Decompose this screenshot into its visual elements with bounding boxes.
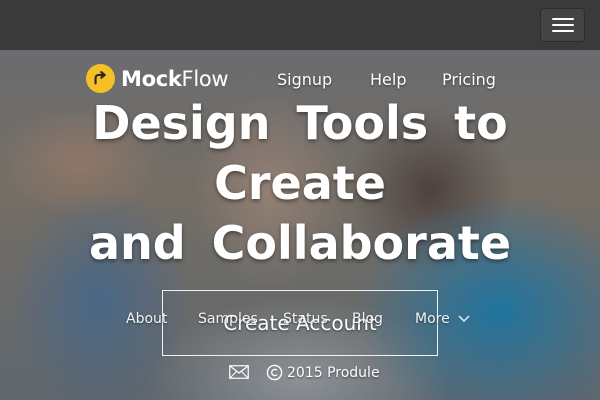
copyright-text: 2015 Produle <box>287 364 380 381</box>
footer-about-link[interactable]: About <box>126 311 167 327</box>
headline-line-3: and Collaborate <box>88 216 512 270</box>
headline-line-2: Create <box>214 156 386 210</box>
menu-icon <box>551 18 574 20</box>
footer-navigation: About Samples Status Blog More <box>0 311 600 331</box>
mail-icon[interactable] <box>229 365 249 379</box>
footer-more-dropdown[interactable]: More <box>415 311 470 327</box>
menu-icon-line <box>551 24 574 26</box>
menu-icon-line <box>551 30 574 32</box>
menu-toggle-button[interactable] <box>540 8 585 42</box>
footer-status-link[interactable]: Status <box>283 311 328 327</box>
nav-pricing-link[interactable]: Pricing <box>442 70 496 89</box>
headline-line-1: Design Tools to <box>92 96 508 150</box>
nav-signup-link[interactable]: Signup <box>277 70 332 89</box>
nav-help-link[interactable]: Help <box>370 70 406 89</box>
footer-bottom: 2015 Produle <box>0 364 600 384</box>
top-bar <box>0 0 600 50</box>
chevron-down-icon <box>458 315 470 322</box>
copyright-icon <box>266 364 283 381</box>
footer-samples-link[interactable]: Samples <box>198 311 258 327</box>
footer-more-label: More <box>415 311 450 327</box>
top-navigation: Signup Help Pricing <box>0 70 600 90</box>
footer-blog-link[interactable]: Blog <box>352 311 383 327</box>
hero-headline: Design Tools to Create and Collaborate <box>0 93 600 273</box>
copyright-notice: 2015 Produle <box>266 364 380 381</box>
